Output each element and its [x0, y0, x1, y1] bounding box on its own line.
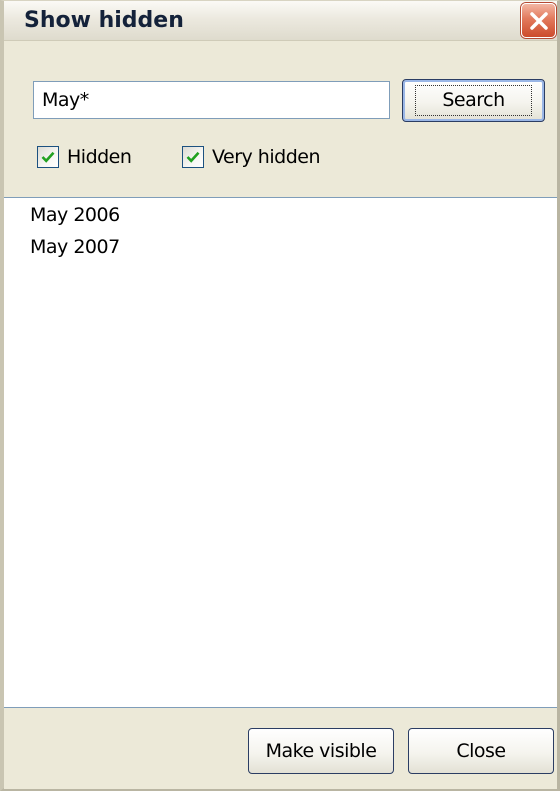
search-button[interactable]: Search [402, 79, 545, 122]
search-button-label: Search [415, 85, 532, 116]
results-list[interactable]: May 2006 May 2007 [4, 197, 557, 708]
close-button[interactable]: Close [408, 728, 554, 774]
hidden-checkbox[interactable]: Hidden [37, 143, 132, 171]
very-hidden-checkbox-label: Very hidden [212, 146, 320, 168]
make-visible-button[interactable]: Make visible [248, 728, 394, 774]
search-input[interactable] [33, 81, 390, 119]
hidden-checkbox-label: Hidden [67, 146, 132, 168]
make-visible-label: Make visible [265, 740, 377, 762]
close-button-label: Close [456, 740, 506, 762]
checkmark-icon [41, 151, 55, 163]
hidden-checkbox-box[interactable] [37, 146, 59, 168]
window-title: Show hidden [24, 8, 184, 33]
window-close-button[interactable] [521, 3, 556, 38]
checkmark-icon [186, 151, 200, 163]
close-icon [530, 12, 548, 30]
list-item[interactable]: May 2007 [30, 236, 120, 266]
title-bar[interactable]: Show hidden [4, 1, 557, 41]
very-hidden-checkbox-box[interactable] [182, 146, 204, 168]
very-hidden-checkbox[interactable]: Very hidden [182, 143, 320, 171]
list-item[interactable]: May 2006 [30, 204, 120, 234]
show-hidden-dialog: Show hidden Search Hidden Very hidden Ma… [0, 0, 560, 791]
